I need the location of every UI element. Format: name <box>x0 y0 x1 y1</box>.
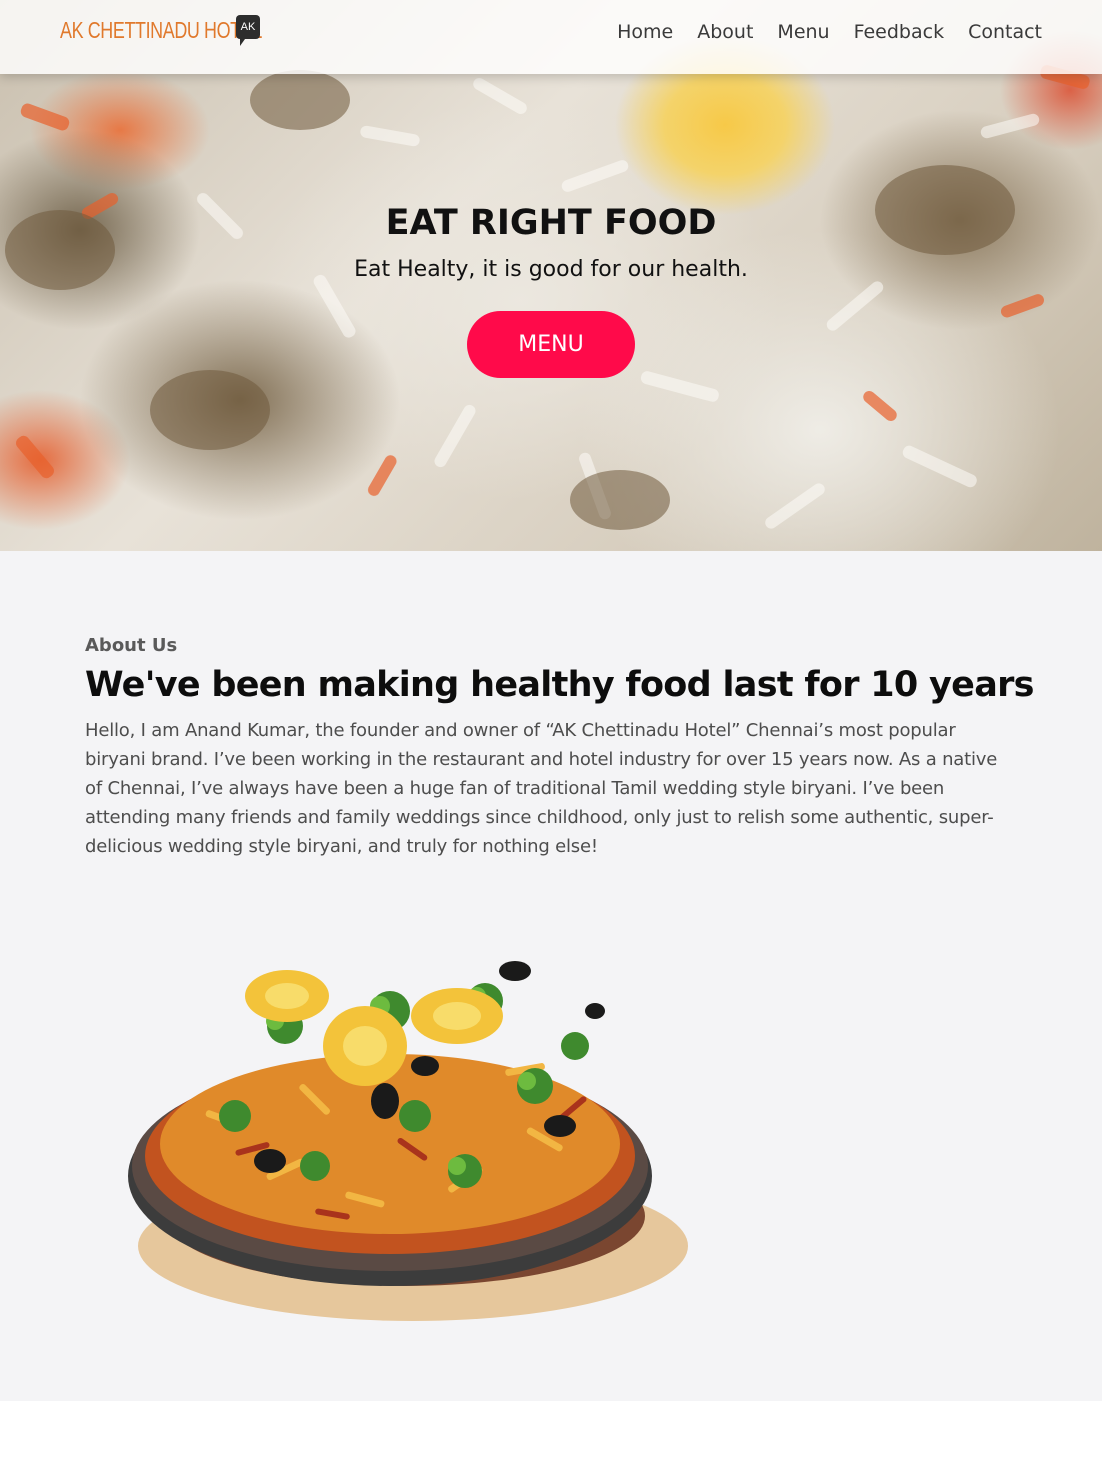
hero-title: EAT RIGHT FOOD <box>385 203 717 243</box>
navbar: AK CHETTINADU HOTEL AK Home About Menu F… <box>0 0 1102 74</box>
logo[interactable]: AK CHETTINADU HOTEL AK <box>60 15 262 47</box>
nav-link-about[interactable]: About <box>697 21 753 43</box>
nav-link-contact[interactable]: Contact <box>968 21 1042 43</box>
about-heading: We've been making healthy food last for … <box>85 665 1035 705</box>
nav-link-feedback[interactable]: Feedback <box>854 21 944 43</box>
logo-text: AK CHETTINADU HOTEL <box>60 17 262 43</box>
hero-section: EAT RIGHT FOOD Eat Healty, it is good fo… <box>0 0 1102 551</box>
hero-subtitle: Eat Healty, it is good for our health. <box>354 257 748 282</box>
nav-link-home[interactable]: Home <box>617 21 673 43</box>
about-body: Hello, I am Anand Kumar, the founder and… <box>85 720 998 857</box>
menu-button[interactable]: MENU <box>467 311 635 378</box>
nav-link-menu[interactable]: Menu <box>777 21 829 43</box>
about-eyebrow: About Us <box>85 635 178 656</box>
nav-links: Home About Menu Feedback Contact <box>593 21 1042 43</box>
biryani-plate-image <box>128 961 688 1321</box>
about-section: About Us We've been making healthy food … <box>0 551 1102 1401</box>
logo-badge-icon: AK <box>236 15 260 46</box>
